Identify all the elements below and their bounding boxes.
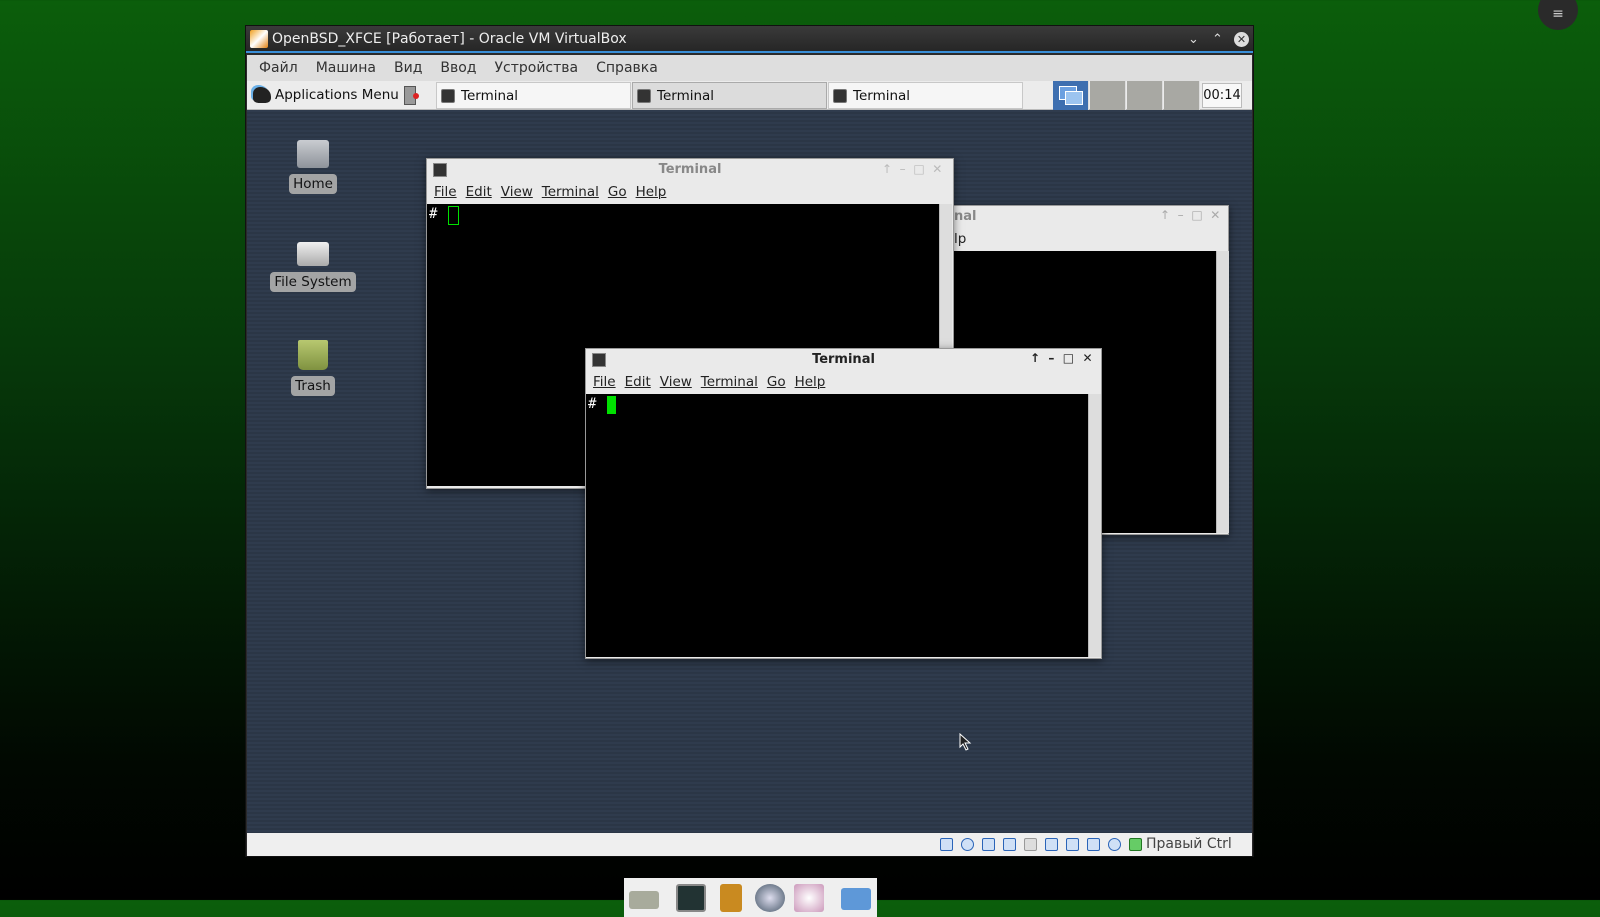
- menu-view[interactable]: Вид: [394, 60, 422, 76]
- menu-file[interactable]: File: [593, 374, 616, 390]
- logout-icon[interactable]: [404, 86, 419, 105]
- scrollbar[interactable]: [1216, 251, 1229, 533]
- menu-devices[interactable]: Устройства: [495, 60, 579, 76]
- virtualbox-window: OpenBSD_XFCE [Работает] - Oracle VM Virt…: [245, 25, 1254, 917]
- home-folder-icon: [297, 140, 329, 168]
- menu-edit[interactable]: Edit: [625, 374, 651, 390]
- workspace-2[interactable]: [1090, 81, 1126, 110]
- vm-title-bar[interactable]: OpenBSD_XFCE [Работает] - Oracle VM Virt…: [246, 26, 1253, 53]
- close-icon[interactable]: ✕: [1234, 32, 1249, 47]
- window-controls[interactable]: ↑ – □ ✕: [1160, 208, 1220, 222]
- vm-status-bar: Правый Ctrl: [247, 833, 1252, 856]
- file-manager-icon[interactable]: [720, 884, 742, 912]
- chevron-up-icon[interactable]: ⌃: [1212, 26, 1223, 53]
- hard-disk-icon[interactable]: [940, 838, 953, 851]
- chevron-down-icon[interactable]: ⌄: [1188, 26, 1199, 53]
- menu-file[interactable]: File: [434, 184, 457, 200]
- workspace-3[interactable]: [1127, 81, 1163, 110]
- terminal-window-active[interactable]: Terminal ↑ – □ ✕ File Edit View Terminal Go H…: [585, 348, 1102, 659]
- desktop-icon-home[interactable]: Home: [268, 140, 358, 194]
- audio-icon[interactable]: [982, 838, 995, 851]
- corner-menu-icon[interactable]: ≡: [1538, 0, 1578, 30]
- terminal-icon: [833, 89, 847, 103]
- desktop-icon-trash[interactable]: Trash: [268, 340, 358, 396]
- app-finder-icon[interactable]: [794, 884, 824, 912]
- drive-icon: [297, 242, 329, 266]
- folder-icon[interactable]: [841, 888, 871, 910]
- desktop: Home File System Trash nal ↑ – □ ✕ lp Te…: [247, 110, 1252, 917]
- menu-help[interactable]: Справка: [596, 60, 658, 76]
- terminal-icon: [441, 89, 455, 103]
- prompt: #: [429, 206, 438, 222]
- optical-drive-icon[interactable]: [961, 838, 974, 851]
- show-desktop-icon[interactable]: [629, 891, 659, 909]
- window-controls[interactable]: ↑ – □ ✕: [882, 162, 942, 176]
- xfce-panel: Applications Menu Terminal Terminal Term…: [247, 81, 1252, 110]
- applications-menu-button[interactable]: Applications Menu: [251, 81, 399, 110]
- menu-terminal[interactable]: Terminal: [542, 184, 599, 200]
- mouse-pointer-icon: [959, 733, 972, 751]
- desktop-icon-file-system[interactable]: File System: [268, 242, 358, 292]
- host-key-label: Правый Ctrl: [1146, 836, 1232, 852]
- menu-help[interactable]: Help: [795, 374, 826, 390]
- task-label: Terminal: [853, 88, 911, 104]
- task-terminal-1[interactable]: Terminal: [436, 82, 631, 109]
- task-terminal-2[interactable]: Terminal: [632, 82, 827, 109]
- network-icon[interactable]: [1003, 838, 1016, 851]
- menu-terminal[interactable]: Terminal: [701, 374, 758, 390]
- window-title: Terminal: [812, 352, 875, 367]
- usb-icon[interactable]: [1024, 838, 1037, 851]
- vm-menu-bar: Файл Машина Вид Ввод Устройства Справка: [247, 55, 1252, 81]
- task-terminal-3[interactable]: Terminal: [828, 82, 1023, 109]
- terminal-menu-bar: File Edit View Terminal Go Help: [427, 181, 953, 204]
- task-label: Terminal: [657, 88, 715, 104]
- cursor: [448, 206, 459, 225]
- cpu-icon[interactable]: [1108, 838, 1121, 851]
- display-icon[interactable]: [1066, 838, 1079, 851]
- shared-folders-icon[interactable]: [1045, 838, 1058, 851]
- desktop-icon-label: File System: [270, 272, 356, 292]
- terminal-menu-bar: File Edit View Terminal Go Help: [586, 371, 1101, 394]
- vm-title: OpenBSD_XFCE [Работает] - Oracle VM Virt…: [272, 31, 627, 47]
- desktop-icon-label: Trash: [291, 376, 335, 396]
- menu-machine[interactable]: Машина: [316, 60, 376, 76]
- dock-launcher: [624, 878, 877, 917]
- virtualbox-icon: [250, 30, 268, 48]
- task-label: Terminal: [461, 88, 519, 104]
- terminal-launcher-icon[interactable]: [676, 884, 706, 912]
- terminal-screen[interactable]: #: [586, 394, 1088, 657]
- terminal-icon: [637, 89, 651, 103]
- video-capture-icon[interactable]: [1087, 838, 1100, 851]
- web-browser-icon[interactable]: [755, 884, 785, 912]
- menu-edit[interactable]: Edit: [466, 184, 492, 200]
- menu-input[interactable]: Ввод: [440, 60, 476, 76]
- desktop-icon-label: Home: [289, 174, 337, 194]
- menu-go[interactable]: Go: [608, 184, 627, 200]
- window-controls[interactable]: ↑ – □ ✕: [1030, 351, 1093, 365]
- prompt: #: [588, 396, 597, 412]
- workspace-4[interactable]: [1164, 81, 1200, 110]
- applications-menu-label: Applications Menu: [275, 87, 399, 103]
- scrollbar[interactable]: [1088, 394, 1101, 657]
- window-title: Terminal: [658, 162, 722, 177]
- trash-icon: [298, 340, 328, 370]
- menu-help[interactable]: Help: [636, 184, 667, 200]
- clock[interactable]: 00:14: [1202, 83, 1242, 108]
- menu-file[interactable]: Файл: [259, 60, 298, 76]
- mouse-integration-icon[interactable]: [1129, 838, 1142, 851]
- xfce-mouse-icon: [253, 87, 271, 103]
- menu-go[interactable]: Go: [767, 374, 786, 390]
- window-menu-fragment[interactable]: lp: [954, 228, 1228, 251]
- cursor: [607, 396, 616, 414]
- menu-view[interactable]: View: [501, 184, 533, 200]
- workspace-1[interactable]: [1053, 81, 1089, 110]
- menu-view[interactable]: View: [660, 374, 692, 390]
